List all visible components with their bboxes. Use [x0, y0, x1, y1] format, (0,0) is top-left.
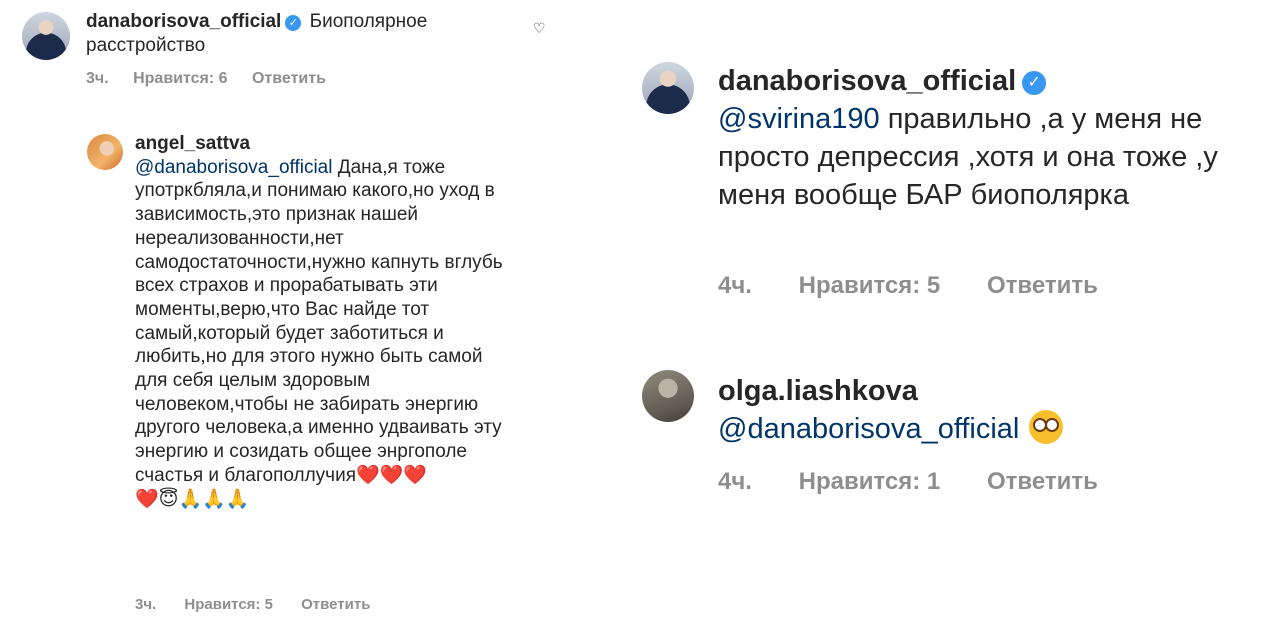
- comment-text: Дана,я тоже употркбляла,и понимаю какого…: [135, 156, 503, 486]
- reply-button[interactable]: Ответить: [301, 596, 370, 613]
- reply-button[interactable]: Ответить: [987, 272, 1098, 300]
- comment-meta: 4ч. Нравится: 1 Ответить: [718, 468, 1138, 496]
- likes-count[interactable]: Нравится: 1: [799, 468, 941, 496]
- username-link[interactable]: danaborisova_official: [718, 65, 1016, 97]
- comment-time: 3ч.: [135, 596, 157, 613]
- comment-body: danaborisova_official ✓ Биополярное расст…: [86, 10, 486, 58]
- comment-body: angel_sattva @danaborisova_official Дана…: [135, 132, 515, 511]
- avatar[interactable]: [87, 134, 123, 170]
- hearts-emoji: ❤️❤️❤️: [356, 463, 427, 486]
- username-link[interactable]: angel_sattva: [135, 133, 250, 154]
- avatar[interactable]: [22, 12, 70, 60]
- emoji-sequence: ❤️😇🙏🙏🙏: [135, 487, 250, 510]
- reply-button[interactable]: Ответить: [987, 468, 1098, 496]
- flushed-face-icon: [1029, 410, 1064, 444]
- avatar[interactable]: [642, 62, 694, 114]
- like-heart-icon[interactable]: ♡: [533, 20, 546, 37]
- comment-body: danaborisova_official ✓ @svirina190 прави…: [718, 62, 1258, 214]
- likes-count[interactable]: Нравится: 5: [799, 272, 941, 300]
- left-comment-panel: danaborisova_official ✓ Биополярное расст…: [0, 0, 560, 628]
- likes-count[interactable]: Нравится: 5: [184, 596, 273, 613]
- username-link[interactable]: olga.liashkova: [718, 375, 918, 407]
- avatar[interactable]: [642, 370, 694, 422]
- reply-button[interactable]: Ответить: [252, 70, 326, 88]
- comment-time: 4ч.: [718, 272, 752, 299]
- mention-link[interactable]: @svirina190: [718, 103, 880, 135]
- verified-badge-icon: ✓: [1022, 71, 1047, 95]
- mention-link[interactable]: @danaborisova_official: [718, 413, 1019, 445]
- comment-time: 4ч.: [718, 468, 752, 495]
- username-link[interactable]: danaborisova_official: [86, 11, 281, 32]
- comment-time: 3ч.: [86, 70, 109, 87]
- right-comment-panel: danaborisova_official ✓ @svirina190 прави…: [630, 0, 1280, 628]
- likes-count[interactable]: Нравится: 6: [133, 70, 227, 88]
- comment-meta: 4ч. Нравится: 5 Ответить: [718, 272, 1138, 300]
- comment-meta: 3ч. Нравится: 5 Ответить: [135, 596, 394, 613]
- verified-badge-icon: ✓: [285, 15, 302, 31]
- mention-link[interactable]: @danaborisova_official: [135, 157, 332, 178]
- comment-meta: 3ч. Нравится: 6 Ответить: [86, 70, 346, 88]
- comment-body: olga.liashkova @danaborisova_official: [718, 372, 1258, 448]
